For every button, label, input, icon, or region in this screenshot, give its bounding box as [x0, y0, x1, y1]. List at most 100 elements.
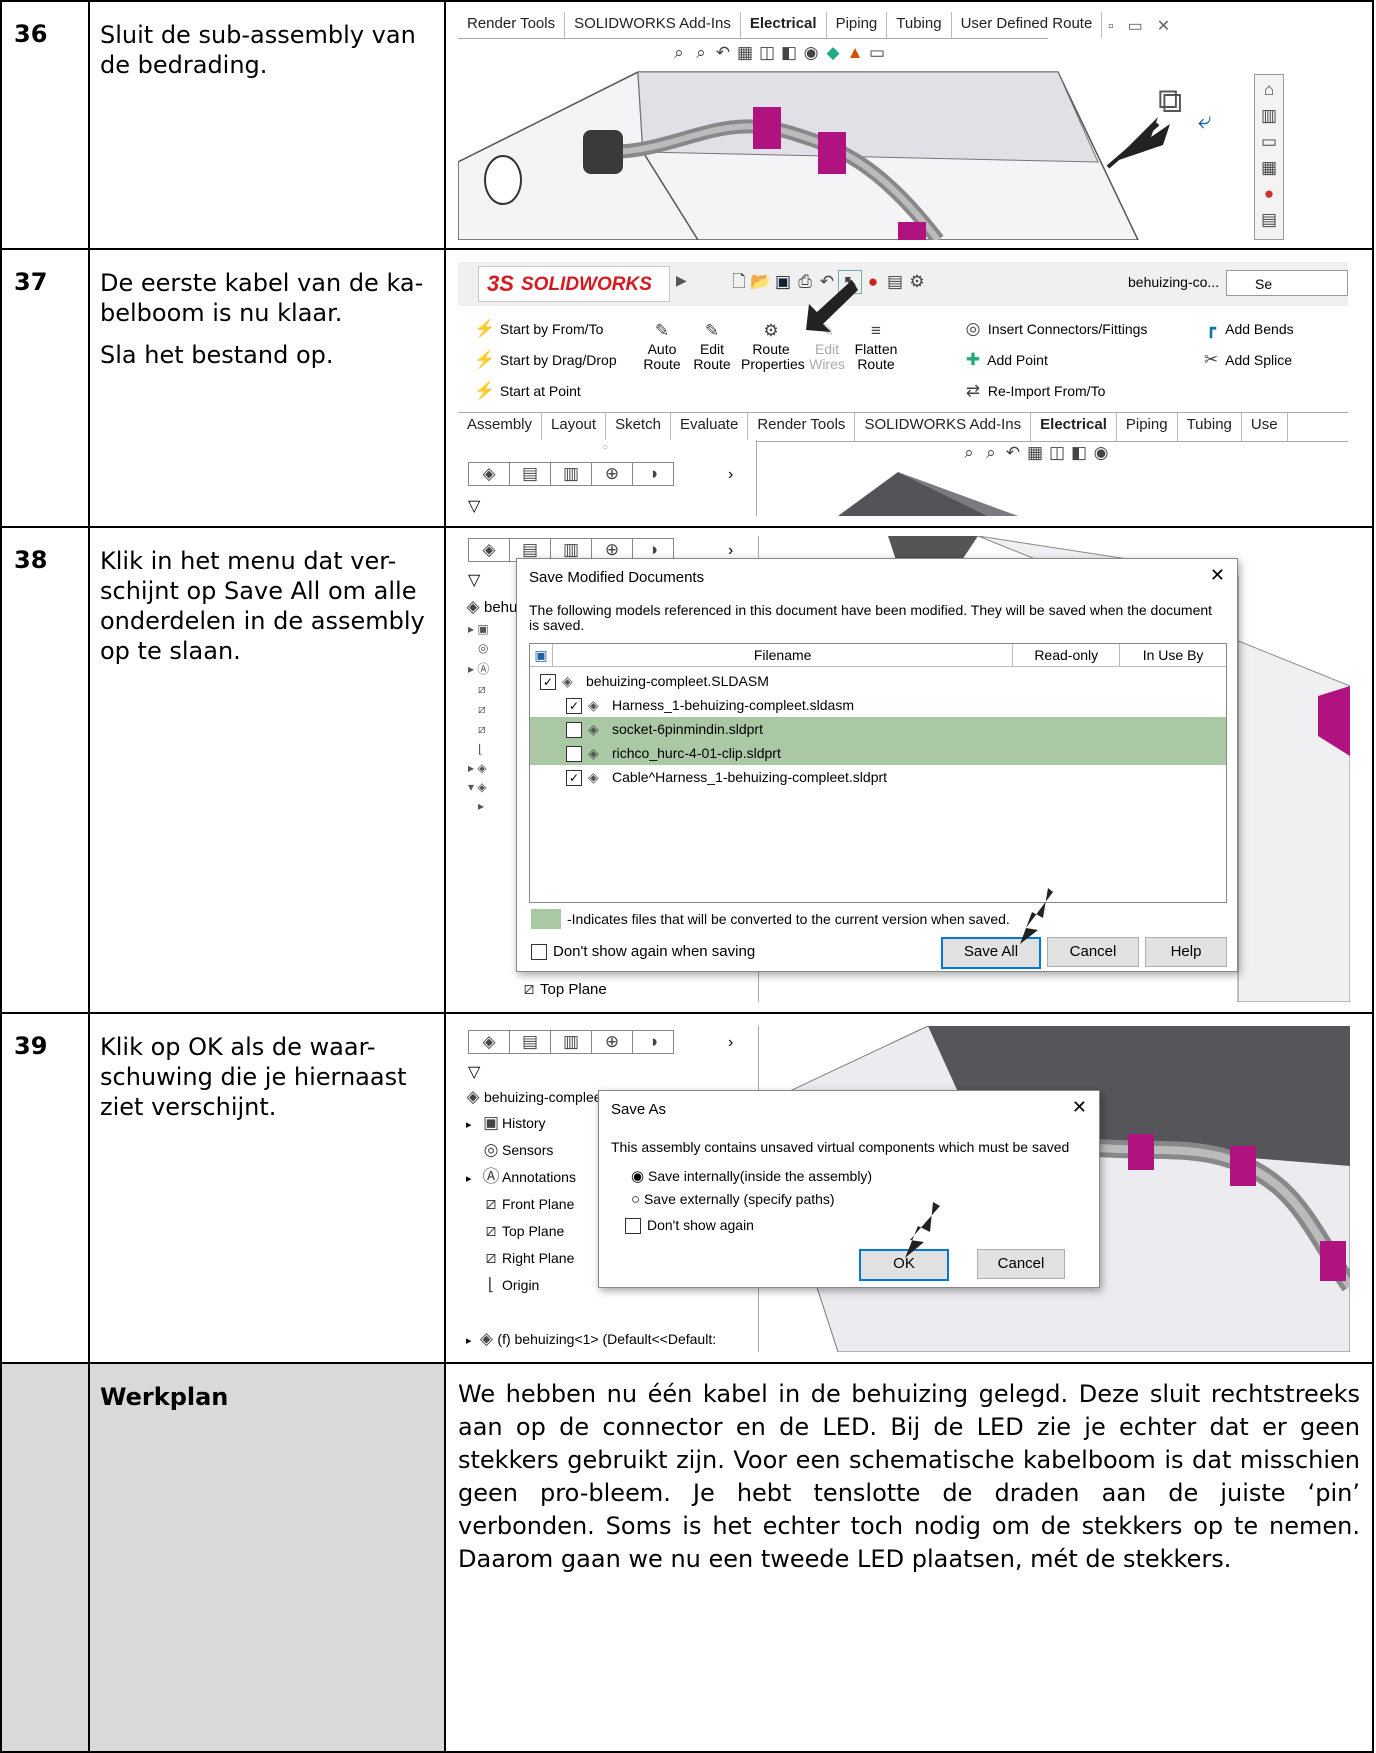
file-row[interactable]: ✓ ◈ Cable^Harness_1-behuizing-compleet.sld… [530, 765, 1226, 789]
tree-item-behuizing[interactable]: ▸ ◈ (f) behuizing<1> (Default<<Default: [466, 1328, 716, 1350]
tab-assembly[interactable]: Assembly [458, 413, 543, 441]
library-icon[interactable]: ▥ [1258, 105, 1280, 127]
edit-route-button[interactable]: ✎ Edit Route [691, 320, 733, 372]
close-subassembly-icon[interactable]: ⧉ [1158, 82, 1182, 121]
tab-sketch[interactable]: Sketch [606, 413, 671, 441]
col-inuse[interactable]: In Use By [1120, 644, 1226, 666]
chevron-right-icon[interactable]: › [728, 466, 733, 484]
expand-menu-icon[interactable]: ▶ [676, 272, 687, 289]
filter-icon[interactable]: ▽ [468, 496, 480, 516]
file-row[interactable]: ✓ ◈ behuizing-compleet.SLDASM [530, 669, 1226, 693]
save-internally-radio[interactable]: ◉ Save internally(inside the assembly) [631, 1167, 872, 1185]
solidworks-logo[interactable]: 3S SOLIDWORKS [478, 266, 670, 302]
configuration-manager-tab-icon[interactable]: ▥ [551, 1031, 592, 1053]
select-icon[interactable]: ⬉ [838, 270, 862, 294]
feature-manager-tab-icon[interactable]: ◈ [469, 463, 510, 485]
splitter-handle[interactable]: ○ [602, 442, 608, 453]
properties-icon[interactable]: ▤ [1258, 209, 1280, 231]
file-checkbox[interactable]: ✓ [540, 674, 556, 691]
tree-item-front-plane[interactable]: ⧄ Front Plane [466, 1193, 575, 1215]
display-manager-tab-icon[interactable]: ◑ [633, 463, 673, 485]
filter-icon[interactable]: ▽ [468, 570, 480, 590]
zoom-area-icon[interactable]: ⌕ [980, 442, 1002, 464]
origin-icon[interactable]: ⌊ [468, 742, 489, 756]
annotations-icon[interactable]: ▸ Ⓐ [468, 660, 489, 677]
tree-root[interactable]: ◈ behu [462, 596, 517, 618]
part-icon[interactable]: ▸ ◈ [468, 761, 489, 775]
file-row[interactable]: ◈ socket-6pinmindin.sldprt [530, 717, 1226, 741]
col-readonly[interactable]: Read-only [1013, 644, 1121, 666]
configuration-manager-tab-icon[interactable]: ▥ [551, 463, 592, 485]
route-properties-button[interactable]: ⚙ Route Properties [741, 320, 805, 372]
file-properties-icon[interactable]: ▤ [884, 271, 906, 293]
dont-show-checkbox[interactable]: Don't show again when saving [531, 943, 755, 961]
tab-piping[interactable]: Piping [1117, 413, 1178, 441]
start-by-drag-drop-button[interactable]: ⚡ Start by Drag/Drop [474, 345, 616, 376]
dimxpert-tab-icon[interactable]: ⊕ [592, 463, 633, 485]
display-style-icon[interactable]: ◧ [1068, 442, 1090, 464]
file-checkbox[interactable]: ✓ [566, 698, 582, 715]
filter-icon[interactable]: ▽ [468, 1062, 480, 1082]
tab-layout[interactable]: Layout [542, 413, 607, 441]
history-icon[interactable]: ▸ ▣ [468, 622, 489, 636]
auto-route-button[interactable]: ✎ Auto Route [641, 320, 683, 372]
options-icon[interactable]: ⚙ [906, 271, 928, 293]
tab-render-tools[interactable]: Render Tools [748, 413, 856, 441]
property-manager-tab-icon[interactable]: ▤ [510, 463, 551, 485]
view-orientation-icon[interactable]: ◫ [1046, 442, 1068, 464]
file-row[interactable]: ✓ ◈ Harness_1-behuizing-compleet.sldasm [530, 693, 1226, 717]
dimxpert-tab-icon[interactable]: ⊕ [592, 1031, 633, 1053]
insert-connectors-button[interactable]: ◎ Insert Connectors/Fittings [962, 314, 1148, 345]
previous-view-icon[interactable]: ↶ [1002, 442, 1024, 464]
zoom-fit-icon[interactable]: ⌕ [958, 442, 980, 464]
display-manager-tab-icon[interactable]: ◑ [633, 1031, 673, 1053]
tab-tubing[interactable]: Tubing [1178, 413, 1242, 441]
tree-item-annotations[interactable]: ▸ Ⓐ Annotations [466, 1166, 576, 1188]
ok-button[interactable]: OK [859, 1249, 949, 1281]
start-by-from-to-button[interactable]: ⚡ Start by From/To [474, 314, 617, 345]
tree-item-history[interactable]: ▸ ▣ History [466, 1112, 546, 1134]
edit-wires-button[interactable]: ✎ Edit Wires [809, 320, 845, 372]
save-all-button[interactable]: Save All [941, 937, 1041, 969]
save-externally-radio[interactable]: ○ Save externally (specify paths) [631, 1191, 835, 1208]
tree-item-top-plane[interactable]: ⧄ Top Plane [466, 1220, 565, 1242]
tab-use[interactable]: Use [1242, 413, 1288, 441]
add-splice-button[interactable]: ✂ Add Splice [1200, 345, 1294, 376]
tab-evaluate[interactable]: Evaluate [671, 413, 749, 441]
tree-item-sensors[interactable]: ◎ Sensors [466, 1139, 554, 1161]
file-row[interactable]: ◈ richco_hurc-4-01-clip.sldprt [530, 741, 1226, 765]
feature-manager-tab-icon[interactable]: ◈ [469, 1031, 510, 1053]
file-checkbox[interactable]: ✓ [566, 770, 582, 787]
view-palette-icon[interactable]: ▦ [1258, 157, 1280, 179]
add-bends-button[interactable]: ┏ Add Bends [1200, 314, 1294, 345]
new-icon[interactable]: 🗋 [728, 271, 750, 293]
add-point-button[interactable]: ✚ Add Point [962, 345, 1147, 376]
print-icon[interactable]: ⎙ [794, 271, 816, 293]
tree-item-top-plane[interactable]: ⧄ Top Plane [518, 978, 607, 1000]
tab-electrical[interactable]: Electrical [1031, 413, 1117, 441]
section-view-icon[interactable]: ▦ [1024, 442, 1046, 464]
feature-manager-tab-icon[interactable]: ◈ [469, 539, 510, 561]
help-button[interactable]: Help [1145, 937, 1227, 967]
file-checkbox[interactable] [566, 722, 582, 739]
rebuild-icon[interactable]: ● [862, 271, 884, 293]
plane-icon[interactable]: ⧄ [468, 722, 489, 737]
undo-icon[interactable]: ↶ [816, 271, 838, 293]
chevron-right-icon[interactable]: › [728, 1034, 733, 1052]
save-icon[interactable]: ▣ [772, 271, 794, 293]
property-manager-tab-icon[interactable]: ▤ [510, 1031, 551, 1053]
expand-icon[interactable]: ▸ [468, 799, 489, 813]
close-icon[interactable]: ✕ [1210, 565, 1225, 586]
tree-item-origin[interactable]: ⌊ Origin [466, 1274, 540, 1296]
cancel-button[interactable]: Cancel [1047, 937, 1139, 967]
appearances-icon[interactable]: ● [1258, 183, 1280, 205]
plane-icon[interactable]: ⧄ [468, 702, 489, 717]
hide-show-icon[interactable]: ◉ [1090, 442, 1112, 464]
open-icon[interactable]: 📂 [750, 271, 772, 293]
file-checkbox[interactable] [566, 746, 582, 763]
sensors-icon[interactable]: ◎ [468, 641, 489, 655]
cancel-button[interactable]: Cancel [977, 1249, 1065, 1279]
re-import-button[interactable]: ⇄ Re-Import From/To [962, 376, 1147, 407]
start-at-point-button[interactable]: ⚡ Start at Point [474, 376, 617, 407]
plane-icon[interactable]: ⧄ [468, 682, 489, 697]
